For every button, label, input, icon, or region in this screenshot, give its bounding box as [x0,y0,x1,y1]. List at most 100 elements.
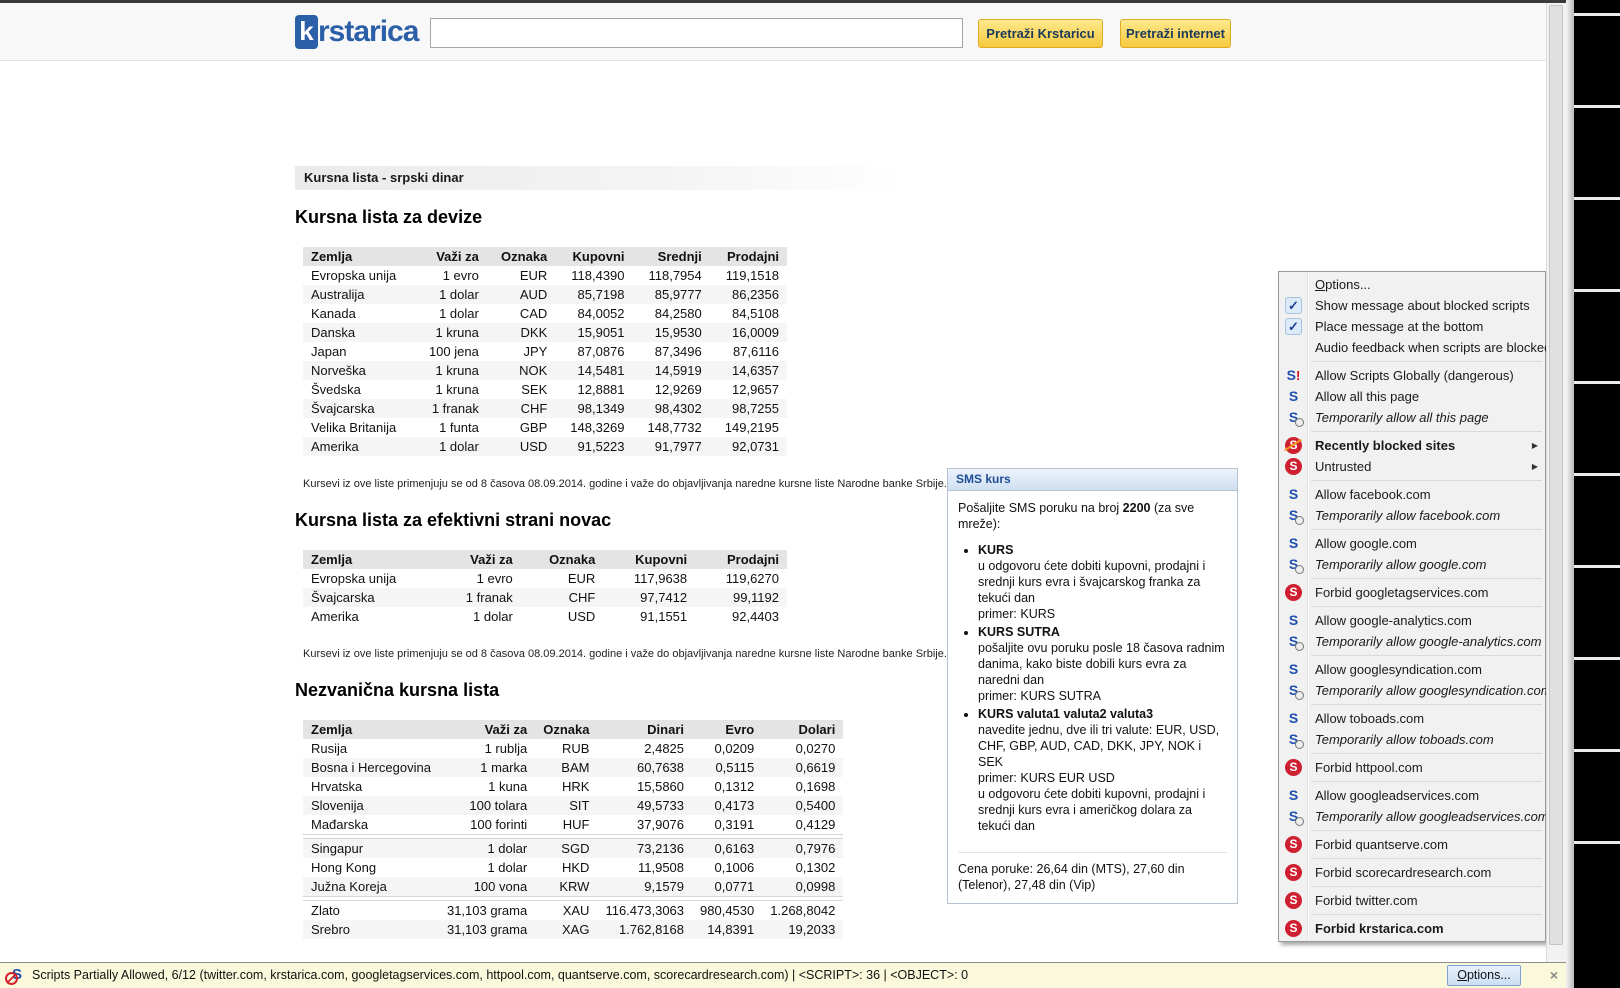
table-row: Švedska1 krunaSEK12,888112,926912,9657 [303,380,787,399]
menu-item-label: Audio feedback when scripts are blocked [1315,340,1551,355]
search-input[interactable] [430,18,963,48]
menu-item-allow-facebook-com[interactable]: SAllow facebook.com [1279,484,1545,505]
status-bar-text: Scripts Partially Allowed, 6/12 (twitter… [32,963,968,988]
sms-keyword-title: KURS [978,542,1227,558]
table-cell: 2,4825 [597,739,692,758]
menu-item-untrusted[interactable]: SUntrusted▶ [1279,456,1545,477]
table-row: Zlato31,103 gramaXAU116.473,3063980,4530… [303,901,843,921]
menu-item-label: Temporarily allow google-analytics.com [1315,634,1541,649]
table-cell: 0,1698 [762,777,843,796]
table-cell: CAD [487,304,555,323]
s-forbid-icon: S [1285,836,1302,853]
menu-item-options[interactable]: Options... [1279,274,1545,295]
table-row: Singapur1 dolarSGD73,21360,61630,7976 [303,839,843,859]
krstarica-logo[interactable]: krstarica [295,15,418,49]
table-cell: 1 kuna [439,777,535,796]
sms-keyword-line: navedite jednu, dve ili tri valute: EUR,… [978,722,1227,770]
table-cell: 148,3269 [555,418,632,437]
check-icon: ✓ [1285,297,1302,314]
table-cell: 1 evro [414,266,486,285]
column-header: Važi za [437,550,521,569]
table-cell: 116.473,3063 [597,901,692,921]
table-cell: 1 dolar [414,437,486,456]
menu-separator [1279,358,1545,365]
status-options-button[interactable]: Options... [1447,965,1521,986]
menu-item-allow-all-this-page[interactable]: SAllow all this page [1279,386,1545,407]
menu-item-label: Temporarily allow googleadservices.com [1315,809,1549,824]
table-cell: JPY [487,342,555,361]
menu-item-temporarily-allow-facebook-com[interactable]: STemporarily allow facebook.com [1279,505,1545,526]
menu-item-forbid-krstarica-com[interactable]: SForbid krstarica.com [1279,918,1545,939]
menu-item-label: Allow googlesyndication.com [1315,662,1482,677]
table-cell: 1 franak [414,399,486,418]
scrollbar-thumb[interactable] [1549,5,1563,945]
table-cell: Australija [303,285,414,304]
table-cell: XAG [535,920,597,939]
s-global-icon: S! [1285,367,1302,384]
menu-item-allow-google-com[interactable]: SAllow google.com [1279,533,1545,554]
menu-item-temporarily-allow-google-analytics-com[interactable]: STemporarily allow google-analytics.com [1279,631,1545,652]
menu-item-label: Allow toboads.com [1315,711,1424,726]
menu-item-forbid-googletagservices-com[interactable]: SForbid googletagservices.com [1279,582,1545,603]
sms-price-note: Cena poruke: 26,64 din (MTS), 27,60 din … [958,852,1227,903]
menu-item-allow-toboads-com[interactable]: SAllow toboads.com [1279,708,1545,729]
menu-item-allow-scripts-globally-dangerous[interactable]: S! Allow Scripts Globally (dangerous) [1279,365,1545,386]
menu-item-label: Allow google-analytics.com [1315,613,1472,628]
vertical-scrollbar[interactable] [1546,3,1566,962]
menu-item-forbid-quantserve-com[interactable]: SForbid quantserve.com [1279,834,1545,855]
table-cell: 0,1006 [692,858,762,877]
sms-keyword-item: KURSu odgovoru ćete dobiti kupovni, prod… [978,542,1227,622]
menu-item-place-message-at-the-bottom[interactable]: ✓Place message at the bottom [1279,316,1545,337]
menu-item-forbid-scorecardresearch-com[interactable]: SForbid scorecardresearch.com [1279,862,1545,883]
table-cell: 16,0009 [710,323,787,342]
menu-item-forbid-twitter-com[interactable]: SForbid twitter.com [1279,890,1545,911]
menu-item-temporarily-allow-googleadservices-com[interactable]: STemporarily allow googleadservices.com [1279,806,1545,827]
menu-item-allow-googleadservices-com[interactable]: SAllow googleadservices.com [1279,785,1545,806]
s-forbid-icon: S [1285,458,1302,475]
table-cell: BAM [535,758,597,777]
menu-separator [1279,750,1545,757]
menu-item-recently-blocked-sites[interactable]: SRecently blocked sites▶ [1279,435,1545,456]
table-cell: Japan [303,342,414,361]
sms-keyword-title: KURS SUTRA [978,624,1227,640]
table-cell: 98,1349 [555,399,632,418]
menu-item-label: Allow Scripts Globally (dangerous) [1315,368,1514,383]
table-row: Mađarska100 forintiHUF37,90760,31910,412… [303,815,843,835]
menu-item-temporarily-allow-google-com[interactable]: STemporarily allow google.com [1279,554,1545,575]
s-temp-icon: S [1285,409,1302,426]
column-header: Oznaka [487,247,555,266]
table-cell: 0,5400 [762,796,843,815]
menu-item-show-message-about-blocked-scripts[interactable]: ✓Show message about blocked scripts [1279,295,1545,316]
table-row: Australija1 dolarAUD85,719885,977786,235… [303,285,787,304]
exchange-table-nezvanicna: ZemljaVaži zaOznakaDinariEvroDolariRusij… [303,720,843,939]
table-row: Amerika1 dolarUSD91,522391,797792,0731 [303,437,787,456]
table-row: Danska1 krunaDKK15,905115,953016,0009 [303,323,787,342]
menu-separator [1279,911,1545,918]
menu-item-allow-googlesyndication-com[interactable]: SAllow googlesyndication.com [1279,659,1545,680]
search-internet-button[interactable]: Pretraži internet [1120,19,1231,48]
desktop-edge-strip [1574,0,1620,988]
sms-kurs-body: Pošaljite SMS poruku na broj 2200 (za sv… [948,491,1237,846]
table-cell: SIT [535,796,597,815]
menu-item-forbid-httpool-com[interactable]: SForbid httpool.com [1279,757,1545,778]
menu-item-temporarily-allow-toboads-com[interactable]: STemporarily allow toboads.com [1279,729,1545,750]
table-cell: 12,9269 [633,380,710,399]
table-cell: 0,4173 [692,796,762,815]
table-cell: 1 rublja [439,739,535,758]
menu-item-audio-feedback-when-scripts-are-blocked[interactable]: Audio feedback when scripts are blocked [1279,337,1545,358]
search-krstarica-button[interactable]: Pretraži Krstaricu [978,19,1103,48]
menu-item-allow-google-analytics-com[interactable]: SAllow google-analytics.com [1279,610,1545,631]
table-cell: DKK [487,323,555,342]
table-cell: 0,4129 [762,815,843,835]
table-cell: 1 marka [439,758,535,777]
table-row: Evropska unija1 evroEUR117,9638119,6270 [303,569,787,588]
table-cell: 149,2195 [710,418,787,437]
sms-kurs-box: SMS kurs Pošaljite SMS poruku na broj 22… [947,468,1238,904]
table-cell: Švajcarska [303,399,414,418]
menu-item-temporarily-allow-googlesyndication-com[interactable]: STemporarily allow googlesyndication.com [1279,680,1545,701]
table-cell: 92,4403 [695,607,787,626]
table-cell: 92,0731 [710,437,787,456]
s-allow-icon: S [1285,486,1302,503]
status-close-icon[interactable]: × [1543,965,1565,986]
menu-item-temporarily-allow-all-this-page[interactable]: STemporarily allow all this page [1279,407,1545,428]
